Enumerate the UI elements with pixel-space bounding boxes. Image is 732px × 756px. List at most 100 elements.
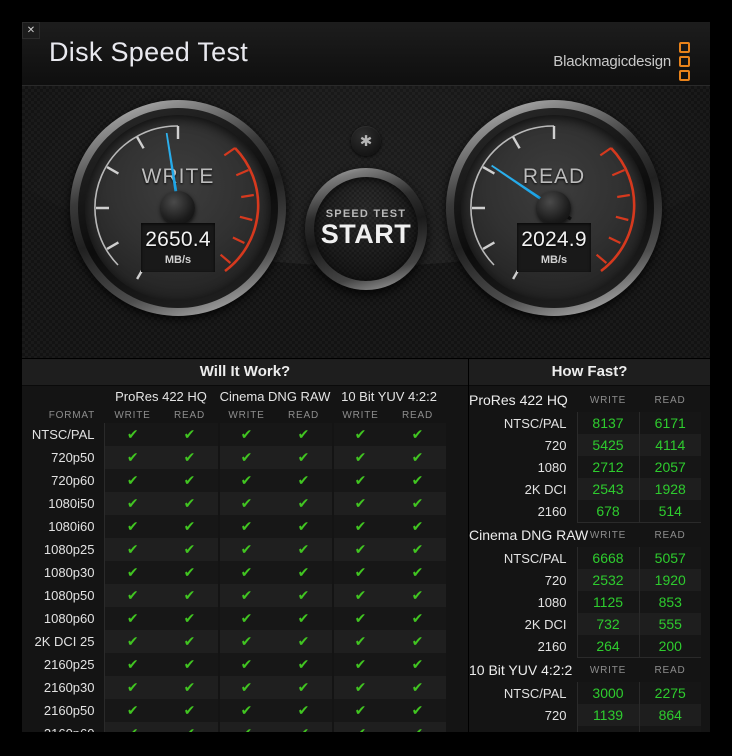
- compat-check-cell: ✔: [332, 584, 390, 607]
- check-icon: ✔: [297, 703, 310, 719]
- check-icon: ✔: [354, 473, 367, 489]
- gear-icon: ✱: [359, 132, 373, 150]
- check-icon: ✔: [126, 634, 139, 650]
- compat-check-cell: ✔: [161, 469, 219, 492]
- format-label: 1080i60: [22, 515, 105, 538]
- compat-check-cell: ✔: [218, 676, 276, 699]
- table-row: 1080i50 ✔ ✔ ✔ ✔ ✔ ✔: [22, 492, 468, 515]
- compat-check-cell: ✔: [389, 722, 447, 732]
- resolution-label: 2K DCI: [524, 616, 567, 632]
- compat-check-cell: ✔: [275, 561, 333, 584]
- check-icon: ✔: [411, 519, 424, 535]
- check-icon: ✔: [354, 427, 367, 443]
- resolution-label: 1080: [469, 726, 577, 733]
- subheader-prores-read: READ: [174, 409, 205, 421]
- check-icon: ✔: [354, 680, 367, 696]
- compat-check-cell: ✔: [275, 446, 333, 469]
- compat-check-cell: ✔: [275, 722, 333, 732]
- check-icon: ✔: [411, 427, 424, 443]
- read-value: 2024.9: [521, 227, 587, 251]
- check-icon: ✔: [354, 611, 367, 627]
- compat-check-cell: ✔: [161, 722, 219, 732]
- compat-check-cell: ✔: [218, 653, 276, 676]
- read-speed-value: 4114: [638, 434, 701, 456]
- compat-check-cell: ✔: [218, 561, 276, 584]
- check-icon: ✔: [126, 703, 139, 719]
- table-row: 2K DCI 732 555: [469, 613, 710, 635]
- subheader-yuv-write: WRITE: [342, 409, 379, 421]
- compat-check-cell: ✔: [275, 469, 333, 492]
- read-speed-value: 1928: [638, 478, 701, 500]
- write-unit: MB/s: [164, 253, 192, 266]
- check-icon: ✔: [355, 726, 367, 732]
- check-icon: ✔: [183, 473, 196, 489]
- speed-test-start-button[interactable]: SPEED TEST START: [305, 168, 427, 290]
- compat-check-cell: ✔: [332, 492, 390, 515]
- write-gauge-hub: [161, 191, 195, 225]
- compat-check-cell: ✔: [389, 538, 447, 561]
- format-label: 720p60: [22, 469, 105, 492]
- compat-check-cell: ✔: [218, 630, 276, 653]
- compat-check-cell: ✔: [389, 653, 447, 676]
- table-row: 2K DCI 25 ✔ ✔ ✔ ✔ ✔ ✔: [22, 630, 468, 653]
- compat-check-cell: ✔: [332, 561, 390, 584]
- compat-check-cell: ✔: [104, 584, 161, 607]
- read-speed-value: 514: [638, 500, 701, 523]
- check-icon: ✔: [298, 726, 310, 732]
- write-readout: 2650.4 MB/s: [141, 222, 215, 272]
- compat-check-cell: ✔: [389, 492, 447, 515]
- page-title: Disk Speed Test: [49, 37, 249, 67]
- compat-check-cell: ✔: [161, 653, 219, 676]
- write-speed-value: 506: [576, 726, 639, 732]
- close-icon[interactable]: ✕: [22, 22, 40, 39]
- table-row: 1080 2712 2057: [469, 456, 710, 478]
- compat-check-cell: ✔: [275, 584, 333, 607]
- check-icon: ✔: [297, 611, 310, 627]
- check-icon: ✔: [240, 542, 253, 558]
- check-icon: ✔: [183, 657, 196, 673]
- compat-check-cell: ✔: [389, 423, 447, 446]
- table-row: 1080p60 ✔ ✔ ✔ ✔ ✔ ✔: [22, 607, 468, 630]
- compat-check-cell: ✔: [389, 699, 447, 722]
- compat-check-cell: ✔: [161, 630, 219, 653]
- resolution-label: 720: [544, 437, 567, 453]
- table-row: 1080p30 ✔ ✔ ✔ ✔ ✔ ✔: [22, 561, 468, 584]
- table-row: NTSC/PAL ✔ ✔ ✔ ✔ ✔ ✔: [22, 423, 468, 446]
- resolution-label: 2160: [537, 503, 567, 519]
- table-row: 1080506384: [469, 726, 710, 732]
- compat-check-cell: ✔: [218, 515, 276, 538]
- read-gauge-face: READ 2024.9 MB/s: [461, 115, 647, 301]
- read-speed-value: 5057: [638, 547, 701, 569]
- compat-check-cell: ✔: [332, 538, 390, 561]
- how-fast-table: ProRes 422 HQ WRITE READ NTSC/PAL 8137 6171 72…: [469, 388, 710, 732]
- check-icon: ✔: [297, 657, 310, 673]
- read-speed-value: 200: [638, 635, 701, 658]
- compat-check-cell: ✔: [161, 538, 219, 561]
- compat-check-cell: ✔: [161, 561, 219, 584]
- compat-check-cell: ✔: [389, 607, 447, 630]
- title-bar: ✕ Disk Speed Test Blackmagicdesign: [22, 22, 710, 85]
- check-icon: ✔: [411, 450, 424, 466]
- compat-check-cell: ✔: [332, 446, 390, 469]
- how-fast-group-name: Cinema DNG RAW: [469, 526, 589, 543]
- will-it-work-title: Will It Work?: [22, 359, 468, 386]
- check-icon: ✔: [411, 680, 424, 696]
- settings-gear-button[interactable]: ✱: [351, 126, 381, 156]
- table-row: 2160p50 ✔ ✔ ✔ ✔ ✔ ✔: [22, 699, 468, 722]
- compat-check-cell: ✔: [218, 699, 276, 722]
- resolution-label: 720: [544, 572, 567, 588]
- format-label: 1080p30: [22, 561, 105, 584]
- compat-check-cell: ✔: [161, 699, 219, 722]
- table-row: NTSC/PAL 3000 2275: [469, 682, 710, 704]
- resolution-label: 720: [544, 707, 567, 723]
- subheader-cinemadng-write: WRITE: [228, 409, 265, 421]
- group-header-prores: ProRes 422 HQ: [115, 389, 207, 404]
- check-icon: ✔: [126, 565, 139, 581]
- read-speed-value: 6171: [638, 412, 701, 434]
- compat-check-cell: ✔: [161, 423, 219, 446]
- compat-check-cell: ✔: [332, 515, 390, 538]
- check-icon: ✔: [183, 496, 196, 512]
- read-speed-value: 1920: [638, 569, 701, 591]
- how-fast-column-header: WRITE: [589, 664, 627, 676]
- table-row: 2160 264 200: [469, 635, 710, 658]
